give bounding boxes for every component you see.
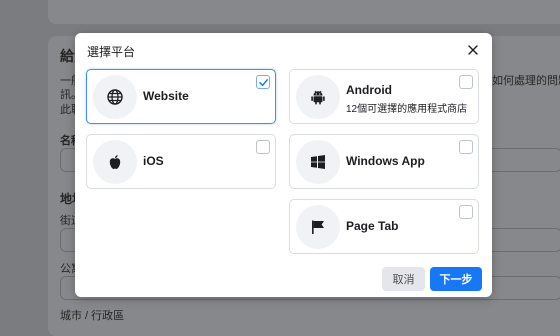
flag-icon xyxy=(296,205,340,249)
cancel-button[interactable]: 取消 xyxy=(382,267,425,291)
platform-card-page-tab[interactable]: Page Tab xyxy=(289,199,479,254)
platform-card-website[interactable]: Website xyxy=(86,69,276,124)
platform-label-website: Website xyxy=(143,89,189,103)
platform-label-page-tab: Page Tab xyxy=(346,219,399,233)
apple-icon xyxy=(93,140,137,184)
next-button[interactable]: 下一步 xyxy=(430,267,482,291)
platform-card-android[interactable]: Android 12個可選擇的應用程式商店 xyxy=(289,69,479,124)
globe-icon xyxy=(93,75,137,119)
platform-label-windows-app: Windows App xyxy=(346,154,425,168)
close-icon[interactable] xyxy=(466,43,480,57)
windows-icon xyxy=(296,140,340,184)
website-checkbox[interactable] xyxy=(256,75,270,89)
dialog-title: 選擇平台 xyxy=(87,45,136,59)
platform-dialog: 選擇平台 Website Android 12個可選擇的應用程式商店 iOS W… xyxy=(75,33,492,297)
ios-checkbox[interactable] xyxy=(256,140,270,154)
platform-card-windows-app[interactable]: Windows App xyxy=(289,134,479,189)
windows-app-checkbox[interactable] xyxy=(459,140,473,154)
platform-label-android: Android xyxy=(346,83,392,97)
platform-sublabel-android: 12個可選擇的應用程式商店 xyxy=(346,104,468,115)
page-tab-checkbox[interactable] xyxy=(459,205,473,219)
background-city-label: 城市 / 行政區 xyxy=(60,310,125,322)
android-checkbox[interactable] xyxy=(459,75,473,89)
background-desc-line1-right: 如何處理的問題 xyxy=(492,75,560,87)
background-top-card xyxy=(48,0,560,24)
platform-label-ios: iOS xyxy=(143,154,164,168)
android-icon xyxy=(296,75,340,119)
platform-card-ios[interactable]: iOS xyxy=(86,134,276,189)
